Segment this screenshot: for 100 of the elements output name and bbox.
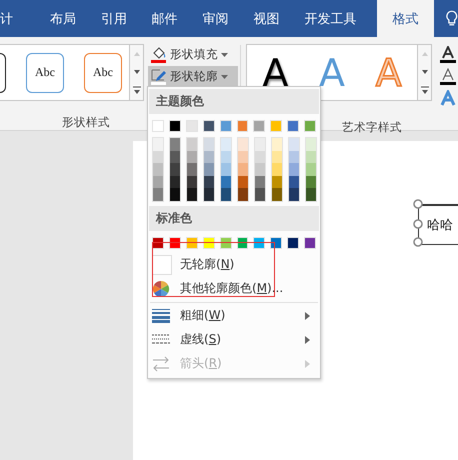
ribbon-tab[interactable]: 布局	[37, 0, 88, 37]
color-swatch[interactable]	[153, 163, 163, 176]
color-swatch[interactable]	[170, 138, 180, 150]
color-swatch[interactable]	[170, 163, 180, 176]
color-swatch[interactable]	[170, 150, 180, 163]
color-swatch[interactable]	[170, 176, 180, 188]
empty-square-icon	[152, 254, 172, 274]
color-swatch[interactable]	[221, 188, 231, 200]
color-swatch[interactable]	[255, 138, 265, 150]
color-swatch[interactable]	[304, 120, 316, 132]
color-swatch[interactable]	[220, 236, 232, 248]
color-swatch[interactable]	[187, 188, 197, 200]
ribbon-tab[interactable]: 邮件	[139, 0, 190, 37]
color-swatch[interactable]	[238, 138, 248, 150]
color-swatch[interactable]	[186, 120, 198, 132]
color-swatch[interactable]	[187, 163, 197, 176]
color-swatch[interactable]	[238, 176, 248, 188]
color-swatch[interactable]	[272, 188, 282, 200]
color-swatch[interactable]	[168, 236, 181, 248]
ribbon-tab[interactable]: 格式	[376, 0, 434, 37]
lightbulb-icon[interactable]	[446, 10, 458, 28]
color-swatch[interactable]	[186, 236, 198, 248]
color-swatch[interactable]	[204, 163, 214, 176]
color-swatch[interactable]	[153, 150, 163, 163]
group-label: 艺术字样式	[342, 120, 402, 135]
section-header: 标准色	[149, 206, 319, 230]
color-swatch[interactable]	[289, 176, 299, 188]
color-swatch[interactable]	[170, 188, 180, 200]
color-swatch[interactable]	[289, 163, 299, 176]
color-swatch[interactable]	[289, 188, 299, 200]
arrows-icon	[152, 356, 170, 372]
color-swatch[interactable]	[204, 138, 214, 150]
shape-style-thumbnail[interactable]: Abc	[84, 52, 122, 92]
text-box-text: 哈哈	[427, 217, 453, 234]
color-swatch[interactable]	[255, 176, 265, 188]
color-wheel-icon	[152, 280, 170, 298]
menu-item[interactable]: 无轮廓(N)	[148, 252, 320, 276]
color-swatch[interactable]	[287, 236, 300, 248]
color-swatch[interactable]	[236, 120, 248, 132]
color-swatch[interactable]	[152, 120, 164, 132]
color-swatch[interactable]	[204, 176, 214, 188]
color-swatch[interactable]	[255, 163, 265, 176]
color-swatch[interactable]	[289, 138, 299, 150]
color-swatch[interactable]	[187, 138, 197, 150]
submenu-arrow-icon	[305, 312, 310, 320]
ribbon-tab[interactable]: 开发工具	[292, 0, 369, 37]
color-swatch[interactable]	[202, 236, 215, 248]
color-swatch[interactable]	[272, 138, 282, 150]
color-swatch[interactable]	[306, 138, 316, 150]
color-swatch[interactable]	[238, 163, 248, 176]
color-swatch[interactable]	[238, 150, 248, 163]
color-swatch[interactable]	[272, 176, 282, 188]
color-swatch[interactable]	[306, 150, 316, 163]
color-swatch[interactable]	[187, 150, 197, 163]
ribbon-button[interactable]: 形状填充	[148, 44, 238, 65]
text-fill-icon[interactable]	[440, 46, 456, 64]
color-swatch[interactable]	[204, 188, 214, 200]
color-swatch[interactable]	[255, 188, 265, 200]
color-swatch[interactable]	[253, 236, 266, 248]
color-swatch[interactable]	[168, 120, 181, 132]
ribbon-tab[interactable]: 引用	[88, 0, 140, 37]
color-swatch[interactable]	[153, 188, 163, 200]
submenu-arrow-icon	[305, 336, 310, 344]
dropdown-caret-icon	[221, 74, 228, 78]
color-swatch[interactable]	[306, 176, 316, 188]
color-swatch[interactable]	[187, 176, 197, 188]
color-swatch[interactable]	[270, 120, 282, 132]
ribbon-tab[interactable]: 视图	[241, 0, 292, 37]
group-label: 形状样式	[62, 115, 110, 130]
color-swatch[interactable]	[255, 150, 265, 163]
color-swatch[interactable]	[270, 236, 282, 248]
color-swatch[interactable]	[238, 188, 248, 200]
color-swatch[interactable]	[202, 120, 215, 132]
color-swatch[interactable]	[221, 150, 231, 163]
color-swatch[interactable]	[221, 138, 231, 150]
color-swatch[interactable]	[306, 163, 316, 176]
color-swatch[interactable]	[236, 236, 248, 248]
ribbon-tab[interactable]: 审阅	[190, 0, 242, 37]
color-swatch[interactable]	[221, 163, 231, 176]
color-swatch[interactable]	[272, 163, 282, 176]
ribbon-button[interactable]: 形状轮廓	[148, 66, 238, 87]
shape-style-thumbnail[interactable]	[0, 52, 6, 92]
ribbon-tab[interactable]: 计	[0, 0, 14, 37]
section-header: 主题颜色	[149, 89, 319, 114]
color-swatch[interactable]	[289, 150, 299, 163]
text-outline-icon[interactable]	[440, 68, 456, 86]
color-swatch[interactable]	[221, 176, 231, 188]
color-swatch[interactable]	[204, 150, 214, 163]
menu-item[interactable]: 粗细(W)	[148, 304, 320, 328]
color-swatch[interactable]	[304, 236, 316, 248]
color-swatch[interactable]	[153, 176, 163, 188]
menu-item[interactable]: 虚线(S)	[148, 328, 320, 352]
color-swatch[interactable]	[220, 120, 232, 132]
color-swatch[interactable]	[287, 120, 300, 132]
dropdown-caret-icon	[221, 52, 228, 56]
shape-style-thumbnail[interactable]: Abc	[26, 52, 64, 92]
color-swatch[interactable]	[272, 150, 282, 163]
color-swatch[interactable]	[306, 188, 316, 200]
color-swatch[interactable]	[153, 138, 163, 150]
color-swatch[interactable]	[253, 120, 266, 132]
